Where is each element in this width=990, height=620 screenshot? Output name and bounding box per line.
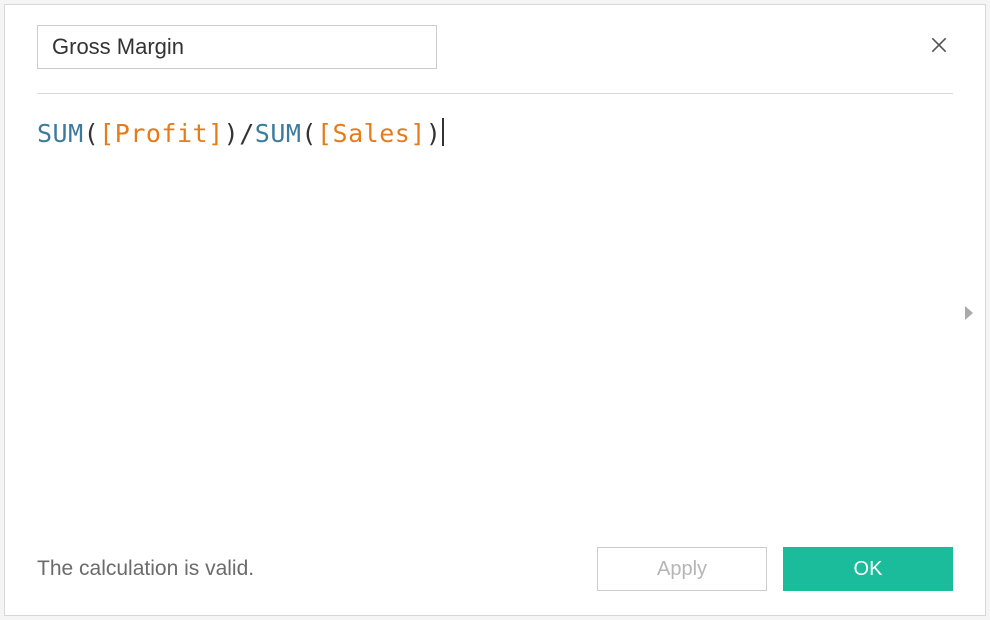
validation-status: The calculation is valid. — [37, 557, 254, 581]
formula-token-punct: ) — [426, 119, 442, 148]
ok-button[interactable]: OK — [783, 547, 953, 591]
apply-button[interactable]: Apply — [597, 547, 767, 591]
formula-content: SUM([Profit])/SUM([Sales]) — [37, 119, 441, 148]
formula-token-func: SUM — [255, 119, 302, 148]
formula-token-field: [Sales] — [317, 119, 426, 148]
calculation-editor-dialog: SUM([Profit])/SUM([Sales]) The calculati… — [4, 4, 986, 616]
close-button[interactable] — [925, 33, 953, 61]
expand-panel-button[interactable] — [959, 305, 979, 325]
formula-token-punct: ) — [224, 119, 240, 148]
calculation-name-input[interactable] — [37, 25, 437, 69]
formula-token-punct: ( — [301, 119, 317, 148]
formula-token-punct: / — [239, 119, 255, 148]
formula-token-field: [Profit] — [99, 119, 223, 148]
formula-token-punct: ( — [84, 119, 100, 148]
footer-button-group: Apply OK — [597, 547, 953, 591]
dialog-header — [5, 5, 985, 69]
text-cursor — [442, 118, 444, 146]
dialog-footer: The calculation is valid. Apply OK — [5, 547, 985, 615]
chevron-right-icon — [962, 304, 976, 327]
formula-editor[interactable]: SUM([Profit])/SUM([Sales]) — [5, 94, 985, 547]
formula-token-func: SUM — [37, 119, 84, 148]
close-icon — [929, 35, 949, 60]
